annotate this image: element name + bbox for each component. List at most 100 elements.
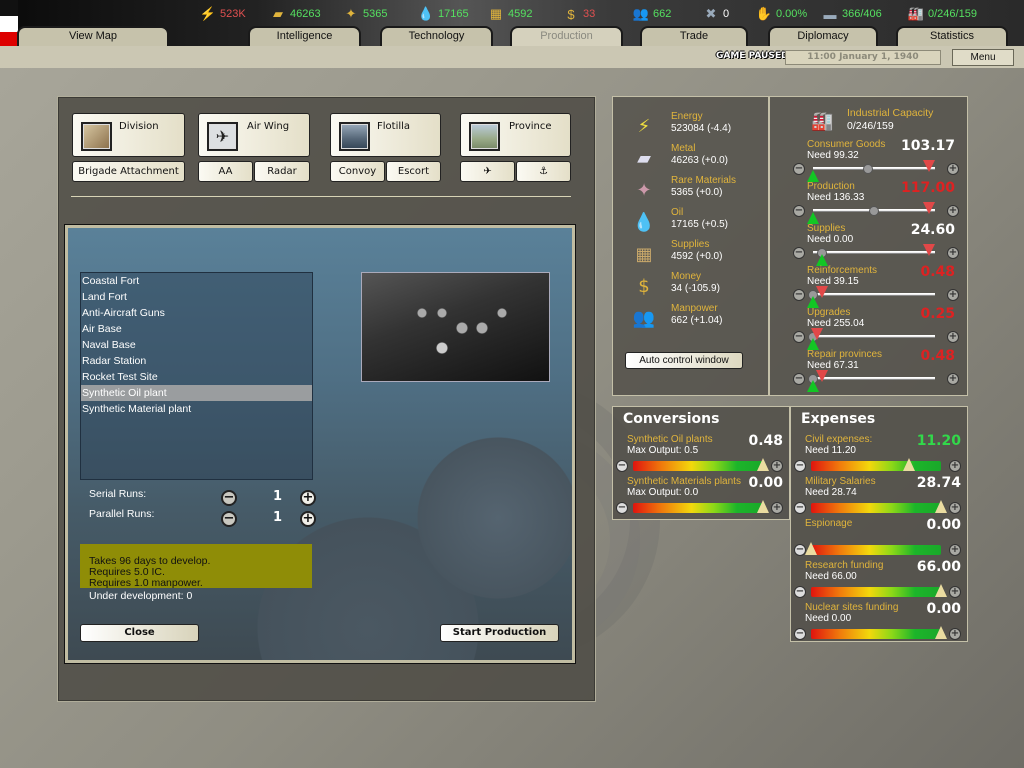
decrease-icon[interactable]: − (616, 502, 628, 514)
topbar-resource-rare-materials[interactable]: ✦ 5365 (343, 5, 388, 23)
topbar-stat-transport[interactable]: ▬ 366/406 (822, 5, 882, 23)
upgrades-slider-track[interactable] (813, 335, 935, 338)
menu-button[interactable]: Menu (952, 49, 1014, 66)
date-display[interactable]: 11:00 January 1, 1940 (785, 50, 941, 65)
increase-icon[interactable]: + (947, 289, 959, 301)
decrease-icon[interactable]: − (616, 460, 628, 472)
building-list[interactable]: Coastal Fort Land Fort Anti-Aircraft Guns A… (80, 272, 313, 480)
research-funding-slider-thumb[interactable] (935, 584, 947, 597)
topbar-resource-energy[interactable]: ⚡ 523K (200, 5, 246, 23)
convoy-button[interactable]: Convoy (330, 161, 385, 182)
division-button[interactable]: Division (72, 113, 185, 157)
decrease-icon[interactable]: − (794, 586, 806, 598)
auto-control-window-button[interactable]: Auto control window (625, 352, 743, 369)
increase-icon[interactable]: + (949, 586, 961, 598)
increase-icon[interactable]: + (949, 544, 961, 556)
topbar-resource-oil[interactable]: 💧 17165 (418, 5, 469, 23)
decrease-icon[interactable]: − (794, 460, 806, 472)
decrease-icon[interactable]: − (793, 331, 805, 343)
allocation-marker-icon[interactable] (922, 202, 935, 214)
repair-provinces-slider-track[interactable] (813, 377, 935, 380)
brigade-attachment-button[interactable]: Brigade Attachment (72, 161, 185, 182)
synthetic-oil-plants-slider-thumb[interactable] (757, 458, 769, 471)
increase-icon[interactable]: + (947, 331, 959, 343)
flotilla-button[interactable]: Flotilla (330, 113, 441, 157)
synthetic-oil-plants-gradient-bar[interactable] (633, 461, 763, 471)
topbar-stat-nuclear[interactable]: ✖ 0 (703, 5, 730, 23)
serial-runs-decrease-button[interactable]: − (221, 490, 237, 506)
air-wing-button[interactable]: ✈ Air Wing (198, 113, 310, 157)
topbar-stat-dissent[interactable]: ✋ 0.00% (756, 5, 807, 23)
reinforcements-slider-track[interactable] (813, 293, 935, 296)
increase-icon[interactable]: + (947, 205, 959, 217)
tab-statistics[interactable]: Statistics (896, 26, 1008, 46)
civil-expenses-slider-thumb[interactable] (902, 458, 915, 471)
supplies-slider-track[interactable] (813, 251, 935, 254)
serial-runs-increase-button[interactable]: + (300, 490, 316, 506)
tab-trade[interactable]: Trade (640, 26, 748, 46)
tab-technology[interactable]: Technology (380, 26, 493, 46)
nuclear-sites-funding-slider-thumb[interactable] (935, 626, 947, 639)
start-production-button[interactable]: Start Production (440, 624, 559, 642)
decrease-icon[interactable]: − (793, 163, 805, 175)
parallel-runs-increase-button[interactable]: + (300, 511, 316, 527)
espionage-slider-thumb[interactable] (805, 542, 817, 555)
tab-diplomacy[interactable]: Diplomacy (768, 26, 878, 46)
country-flag[interactable] (0, 0, 18, 48)
building-list-item[interactable]: Synthetic Material plant (81, 401, 312, 417)
decrease-icon[interactable]: − (794, 502, 806, 514)
close-button[interactable]: Close (80, 624, 199, 642)
decrease-icon[interactable]: − (793, 289, 805, 301)
topbar-resource-metal[interactable]: ▰ 46263 (270, 5, 321, 23)
increase-icon[interactable]: + (947, 373, 959, 385)
decrease-icon[interactable]: − (793, 205, 805, 217)
increase-icon[interactable]: + (949, 502, 961, 514)
consumer-goods-slider-track[interactable] (813, 167, 935, 170)
production-slider-knob[interactable] (869, 206, 879, 216)
tab-view-map[interactable]: View Map (17, 26, 169, 46)
increase-icon[interactable]: + (771, 460, 783, 472)
decrease-icon[interactable]: − (793, 247, 805, 259)
building-list-item[interactable]: Radar Station (81, 353, 312, 369)
allocation-marker-icon[interactable] (922, 160, 935, 172)
topbar-resource-supplies[interactable]: ▦ 4592 (488, 5, 533, 23)
province-button[interactable]: Province (460, 113, 571, 157)
escort-button[interactable]: Escort (386, 161, 441, 182)
topbar-stat-manpower[interactable]: 👥 662 (633, 5, 671, 23)
increase-icon[interactable]: + (947, 163, 959, 175)
espionage-gradient-bar[interactable] (811, 545, 941, 555)
military-salaries-gradient-bar[interactable] (811, 503, 941, 513)
building-list-item[interactable]: Coastal Fort (81, 273, 312, 289)
synthetic-materials-plants-slider-thumb[interactable] (757, 500, 769, 513)
parallel-runs-decrease-button[interactable]: − (221, 511, 237, 527)
naval-building-button[interactable]: ⚓ (516, 161, 571, 182)
building-list-item[interactable]: Air Base (81, 321, 312, 337)
building-list-item[interactable]: Synthetic Oil plant (81, 385, 312, 401)
building-list-item[interactable]: Land Fort (81, 289, 312, 305)
topbar-resource-money[interactable]: $33 (563, 5, 595, 23)
increase-icon[interactable]: + (949, 460, 961, 472)
anti-air-building-button[interactable]: ✈ (460, 161, 515, 182)
increase-icon[interactable]: + (949, 628, 961, 640)
topbar-stat-industrial-capacity[interactable]: 🏭 0/246/159 (908, 5, 977, 23)
tab-production[interactable]: Production (510, 26, 623, 46)
tab-intelligence[interactable]: Intelligence (248, 26, 361, 46)
military-salaries-slider-thumb[interactable] (935, 500, 947, 513)
allocation-marker-icon[interactable] (922, 244, 935, 256)
building-list-item[interactable]: Rocket Test Site (81, 369, 312, 385)
building-list-item[interactable]: Anti-Aircraft Guns (81, 305, 312, 321)
consumer-goods-slider-knob[interactable] (862, 164, 873, 174)
building-list-item[interactable]: Naval Base (81, 337, 312, 353)
research-funding-gradient-bar[interactable] (811, 587, 941, 597)
radar-button[interactable]: Radar (254, 161, 310, 182)
decrease-icon[interactable]: − (793, 373, 805, 385)
dissent-value: 0.00% (776, 8, 808, 20)
slider-synthetic-materials-plants: Synthetic Materials plants Max Output: 0… (613, 475, 791, 516)
increase-icon[interactable]: + (947, 247, 959, 259)
aa-button[interactable]: AA (198, 161, 253, 182)
increase-icon[interactable]: + (771, 502, 783, 514)
decrease-icon[interactable]: − (794, 628, 806, 640)
nuclear-sites-funding-gradient-bar[interactable] (811, 629, 941, 639)
synthetic-materials-plants-gradient-bar[interactable] (633, 503, 763, 513)
civil-expenses-gradient-bar[interactable] (811, 461, 941, 471)
